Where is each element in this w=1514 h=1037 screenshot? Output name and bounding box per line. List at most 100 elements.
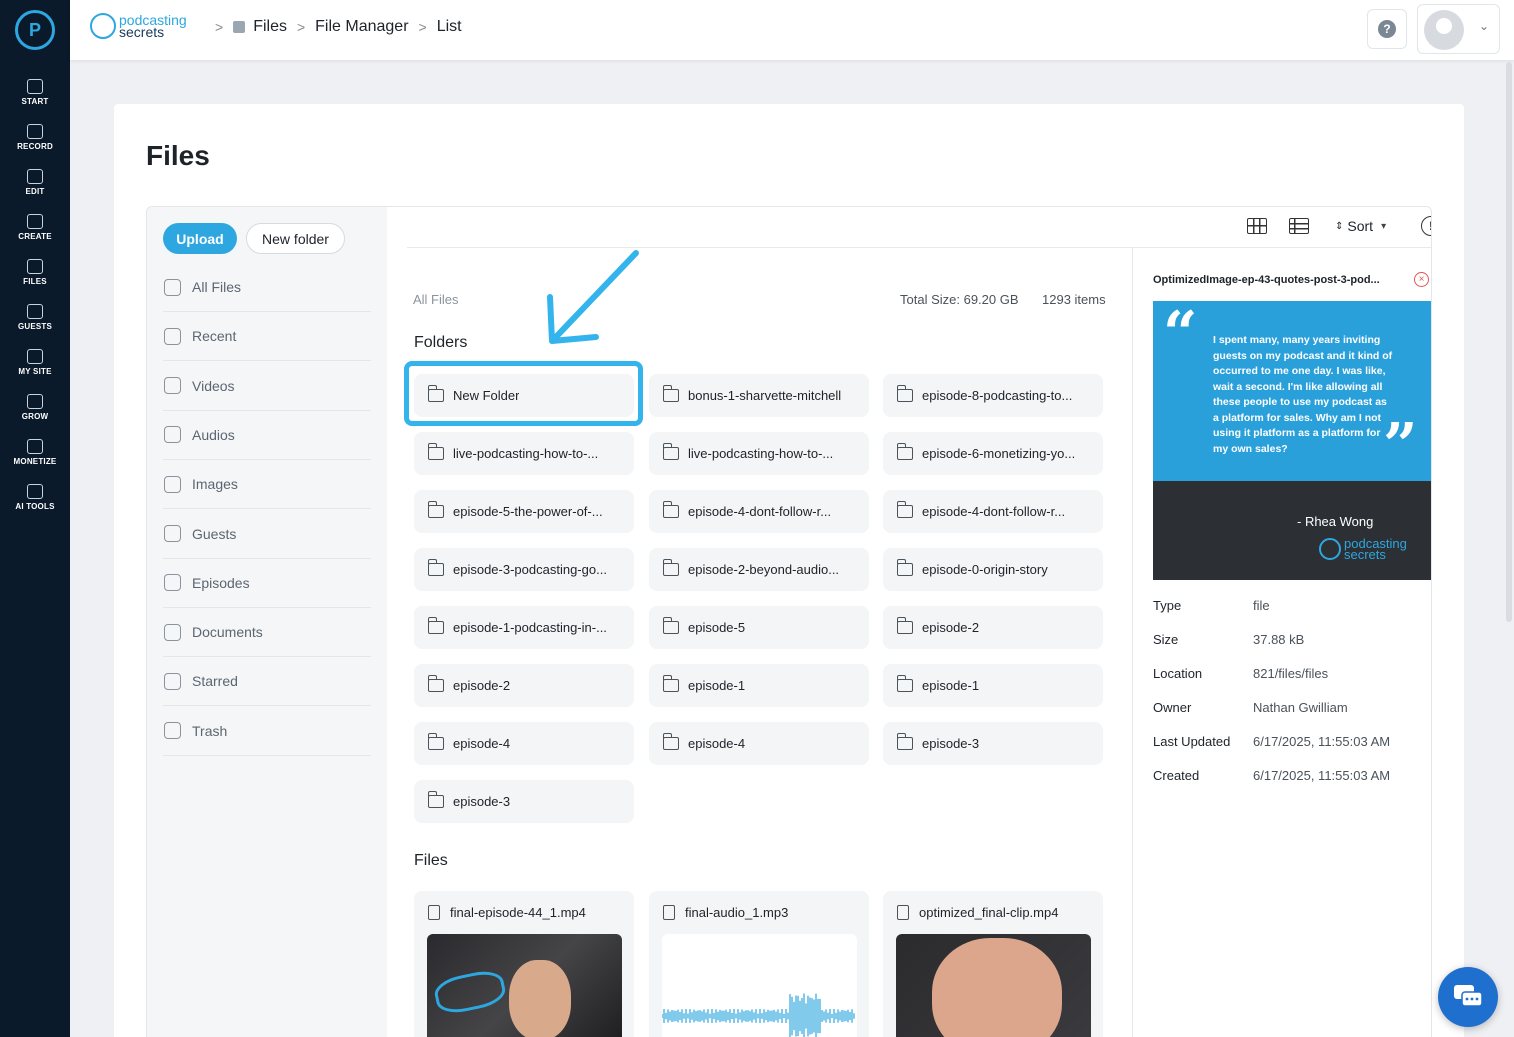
folder-item[interactable]: live-podcasting-how-to-...	[414, 432, 634, 475]
folder-icon	[896, 443, 913, 460]
folder-icon	[662, 501, 679, 518]
rail-item-grow[interactable]: GROW	[0, 388, 70, 433]
folder-icon	[662, 617, 679, 634]
folder-item[interactable]: episode-2	[883, 606, 1103, 649]
file-name: final-audio_1.mp3	[685, 905, 789, 920]
file-card[interactable]: optimized_final-clip.mp4	[883, 891, 1103, 1037]
folder-item[interactable]: episode-1-podcasting-in-...	[414, 606, 634, 649]
current-location[interactable]: All Files	[413, 292, 459, 307]
rail-item-guests[interactable]: GUESTS	[0, 298, 70, 343]
folder-item[interactable]: episode-4-dont-follow-r...	[883, 490, 1103, 533]
grid-view-icon[interactable]	[1247, 218, 1267, 234]
folder-icon	[427, 791, 444, 808]
new-folder-button[interactable]: New folder	[246, 223, 345, 254]
breadcrumb-file-manager[interactable]: File Manager	[315, 18, 408, 36]
folder-item[interactable]: episode-3	[883, 722, 1103, 765]
meta-value: 6/17/2025, 11:55:03 AM	[1253, 768, 1391, 783]
folder-name: live-podcasting-how-to-...	[453, 446, 599, 461]
folder-item[interactable]: episode-6-monetizing-yo...	[883, 432, 1103, 475]
chevron-right-icon: >	[418, 19, 427, 35]
rail-item-label: START	[21, 97, 49, 106]
brand-line2: secrets	[119, 24, 165, 40]
sidebar-item-all-files[interactable]: All Files	[163, 263, 371, 312]
folder-item[interactable]: bonus-1-sharvette-mitchell	[649, 374, 869, 417]
rail-item-files[interactable]: FILES	[0, 253, 70, 298]
chevron-right-icon: >	[215, 19, 224, 35]
folder-item[interactable]: episode-4	[649, 722, 869, 765]
rail-item-edit[interactable]: EDIT	[0, 163, 70, 208]
folder-item[interactable]: episode-3-podcasting-go...	[414, 548, 634, 591]
file-card-header: final-audio_1.mp3	[663, 905, 788, 920]
folder-name: episode-3-podcasting-go...	[453, 562, 607, 577]
rail-item-label: GUESTS	[17, 322, 53, 331]
page-scrollbar[interactable]	[1506, 62, 1512, 622]
rail-item-record[interactable]: RECORD	[0, 118, 70, 163]
music-icon	[164, 426, 181, 444]
sidebar-item-label: Guests	[192, 525, 237, 542]
rail-item-my-site[interactable]: MY SITE	[0, 343, 70, 388]
folder-item[interactable]: episode-1	[883, 664, 1103, 707]
meta-value: 821/files/files	[1253, 666, 1329, 681]
preview-brand-logo: podcasting secrets	[1319, 537, 1407, 561]
file-card[interactable]: final-episode-44_1.mp4	[414, 891, 634, 1037]
highlight-box	[404, 361, 643, 426]
chevron-down-icon: ⌄	[1479, 19, 1490, 33]
sidebar-item-videos[interactable]: Videos	[163, 362, 371, 411]
folder-item[interactable]: episode-2-beyond-audio...	[649, 548, 869, 591]
folder-item[interactable]: episode-2	[414, 664, 634, 707]
list-view-icon[interactable]	[1289, 218, 1309, 234]
rail-item-label: GROW	[21, 412, 49, 421]
folder-name: episode-5	[688, 620, 746, 635]
folder-item[interactable]: episode-4-dont-follow-r...	[649, 490, 869, 533]
sidebar-item-guests[interactable]: Guests	[163, 510, 371, 559]
folder-icon	[427, 617, 444, 634]
sidebar-item-documents[interactable]: Documents	[163, 608, 371, 658]
sidebar-item-audios[interactable]: Audios	[163, 411, 371, 460]
image-icon	[164, 475, 181, 493]
rail-item-create[interactable]: CREATE	[0, 208, 70, 253]
document-icon	[164, 623, 181, 641]
sidebar-item-episodes[interactable]: Episodes	[163, 559, 371, 608]
breadcrumb-list[interactable]: List	[437, 18, 462, 36]
files-heading: Files	[414, 852, 448, 869]
sidebar-item-trash[interactable]: Trash	[163, 707, 371, 756]
folder-item[interactable]: episode-0-origin-story	[883, 548, 1103, 591]
chat-button[interactable]	[1438, 967, 1498, 1027]
ai-tools-icon	[27, 484, 43, 499]
rail-item-start[interactable]: START	[0, 73, 70, 118]
sidebar-item-starred[interactable]: Starred	[163, 657, 371, 707]
sidebar-item-recent[interactable]: Recent	[163, 312, 371, 362]
app-logo[interactable]: P	[15, 10, 55, 50]
help-button[interactable]: ?	[1367, 9, 1407, 49]
folder-item[interactable]: episode-3	[414, 780, 634, 823]
folder-icon	[896, 675, 913, 692]
breadcrumb-files[interactable]: Files	[253, 18, 287, 36]
rail-item-ai-tools[interactable]: AI TOOLS	[0, 478, 70, 523]
video-file-icon	[897, 905, 909, 920]
folder-item[interactable]: episode-4	[414, 722, 634, 765]
page-card: Files Upload New folder All Files Recent V…	[114, 104, 1464, 1037]
rail-item-label: MY SITE	[18, 367, 52, 376]
rail-item-monetize[interactable]: MONETIZE	[0, 433, 70, 478]
quote-open-icon: “	[1163, 301, 1198, 369]
folder-item[interactable]: episode-5	[649, 606, 869, 649]
close-icon[interactable]: ×	[1414, 272, 1429, 287]
folder-name: episode-1	[922, 678, 980, 693]
folder-item[interactable]: episode-1	[649, 664, 869, 707]
folder-item[interactable]: live-podcasting-how-to-...	[649, 432, 869, 475]
folder-name: episode-5-the-power-of-...	[453, 504, 603, 519]
info-icon[interactable]: !	[1421, 216, 1431, 236]
folder-item[interactable]: episode-5-the-power-of-...	[414, 490, 634, 533]
upload-button[interactable]: Upload	[163, 223, 237, 254]
meta-key: Last Updated	[1153, 734, 1231, 749]
file-card[interactable]: final-audio_1.mp3	[649, 891, 869, 1037]
rail-item-label: EDIT	[25, 187, 45, 196]
brand-logo[interactable]: podcasting secrets	[90, 12, 187, 40]
user-menu-button[interactable]: ⌄	[1417, 4, 1500, 54]
sidebar-item-images[interactable]: Images	[163, 460, 371, 510]
chevron-down-icon: ▾	[1381, 220, 1387, 232]
sort-button[interactable]: ⇕ Sort ▾	[1335, 218, 1386, 234]
folder-item[interactable]: episode-8-podcasting-to...	[883, 374, 1103, 417]
person-face	[932, 938, 1062, 1037]
meta-key: Type	[1153, 598, 1182, 613]
